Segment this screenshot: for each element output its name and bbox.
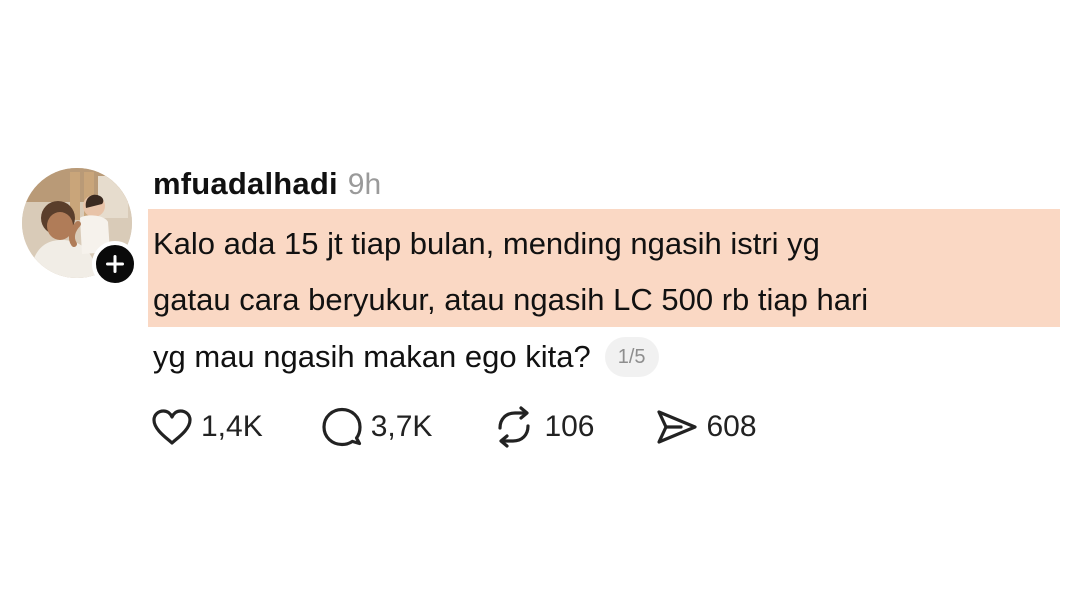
like-count: 1,4K xyxy=(201,410,263,443)
post-text-line-last: yg mau ngasih makan ego kita? 1/5 xyxy=(153,337,659,377)
post-timestamp: 9h xyxy=(347,168,382,201)
repost-icon xyxy=(498,406,531,448)
comment-icon xyxy=(322,407,362,447)
thread-post: mfuadalhadi 9h Kalo ada 15 jt tiap bulan… xyxy=(0,0,1080,607)
post-text-line: Kalo ada 15 jt tiap bulan, mending ngasi… xyxy=(153,226,820,261)
like-button[interactable]: 1,4K xyxy=(151,408,263,446)
reply-button[interactable]: 3,7K xyxy=(321,406,433,448)
reply-count: 3,7K xyxy=(370,410,433,443)
post-text-content: yg mau ngasih makan ego kita? xyxy=(153,339,591,374)
heart-icon xyxy=(152,409,192,445)
action-bar: 1,4K 3,7K 106 608 xyxy=(151,404,813,450)
repost-button[interactable]: 106 xyxy=(492,406,595,448)
plus-icon xyxy=(106,255,124,273)
share-button[interactable]: 608 xyxy=(655,408,757,446)
send-icon xyxy=(656,410,697,444)
repost-count: 106 xyxy=(544,410,595,443)
post-header: mfuadalhadi 9h xyxy=(153,166,381,206)
share-count: 608 xyxy=(706,410,757,443)
follow-button[interactable] xyxy=(92,241,138,287)
post-text-line: gatau cara beryukur, atau ngasih LC 500 … xyxy=(153,282,869,317)
author-username[interactable]: mfuadalhadi xyxy=(153,166,338,202)
page-indicator-badge: 1/5 xyxy=(604,337,659,377)
